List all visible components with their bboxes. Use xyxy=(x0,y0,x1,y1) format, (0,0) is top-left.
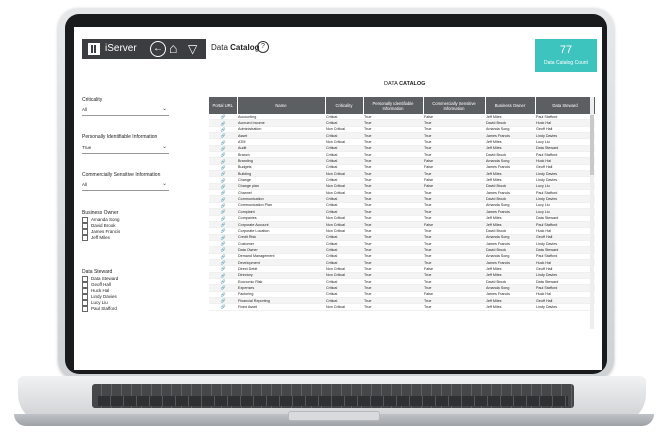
home-icon[interactable]: ⌂ xyxy=(169,40,177,56)
table-cell: Non Critical xyxy=(325,303,363,311)
business-owner-option[interactable]: Jeff Miles xyxy=(82,235,120,241)
page-title-bold: Catalog xyxy=(230,43,260,52)
data-steward-list: Data Steward Geoff Hall Huck Hal Lindy D… xyxy=(82,276,118,312)
csi-dropdown[interactable]: All ⌄ xyxy=(82,181,169,191)
criticality-label: Criticality xyxy=(82,97,103,103)
chevron-down-icon: ⌄ xyxy=(161,181,167,187)
app-header: iServer ← ⌂ ▽ xyxy=(82,39,206,59)
column-header[interactable]: Commercially Sensitive Information xyxy=(423,97,486,114)
kpi-value: 77 xyxy=(559,44,573,56)
iserver-logo-icon xyxy=(88,43,100,55)
keyboard-row xyxy=(98,396,568,406)
kpi-label: Data Catalog Count xyxy=(544,60,588,66)
column-header[interactable]: Personally Identifiable Information xyxy=(363,97,424,114)
table-cell: True xyxy=(363,303,423,311)
pii-value: True xyxy=(82,145,92,150)
data-catalog-table: Portal URL Name Criticality Personally I… xyxy=(209,97,595,329)
table-cell: Lindy Davies xyxy=(535,303,595,311)
checkbox[interactable] xyxy=(82,306,88,312)
column-header[interactable]: Criticality xyxy=(325,97,364,114)
csi-value: All xyxy=(82,182,88,187)
business-owner-list: Amanda Song David Brook James Francis Je… xyxy=(82,217,120,241)
table-header-row: Portal URL Name Criticality Personally I… xyxy=(209,97,595,114)
brand-name: iServer xyxy=(105,43,137,54)
table-title-bold: CATALOG xyxy=(399,81,426,87)
table-row[interactable]: 🔗 Fixed Asset Non Critical True True Jeff Mil… xyxy=(209,303,595,311)
data-steward-option[interactable]: Paul Stafford xyxy=(82,306,118,312)
page-title-prefix: Data xyxy=(211,43,231,52)
chevron-down-icon: ⌄ xyxy=(161,106,167,112)
table-title-prefix: DATA xyxy=(384,81,400,87)
app-screen: iServer ← ⌂ ▽ Data Catalog ? 77 Data Cat… xyxy=(74,27,602,370)
help-icon[interactable]: ? xyxy=(257,41,269,53)
table-body: 🔗 Accounting Critical True False Jeff Miles Pa… xyxy=(209,114,595,311)
column-header[interactable]: Portal URL xyxy=(209,97,238,114)
criticality-value: All xyxy=(82,107,88,112)
table-title: DATA CATALOG xyxy=(384,81,425,87)
scrollbar-thumb[interactable] xyxy=(590,115,594,175)
csi-label: Commercially Sensitive Information xyxy=(82,172,161,178)
data-catalog-count-card: 77 Data Catalog Count xyxy=(535,39,597,72)
table-scrollbar[interactable] xyxy=(590,97,594,329)
filter-icon[interactable]: ▽ xyxy=(188,42,197,56)
back-arrow-icon[interactable]: ← xyxy=(150,41,166,57)
business-owner-label: Business Owner xyxy=(82,210,119,216)
table-cell: True xyxy=(423,303,485,311)
table-cell: Fixed Asset xyxy=(237,303,325,311)
portal-link-icon[interactable]: 🔗 xyxy=(209,303,237,311)
checkbox[interactable] xyxy=(82,235,88,241)
pii-label: Personally Identifiable Information xyxy=(82,134,158,140)
table-cell: Jeff Miles xyxy=(485,303,535,311)
criticality-dropdown[interactable]: All ⌄ xyxy=(82,106,169,116)
chevron-down-icon: ⌄ xyxy=(161,144,167,150)
page-title: Data Catalog xyxy=(211,43,259,52)
column-header[interactable]: Name xyxy=(237,97,326,114)
trackpad xyxy=(288,411,380,421)
column-header[interactable]: Business Owner xyxy=(485,97,536,114)
data-steward-label: Data Steward xyxy=(82,269,113,275)
pii-dropdown[interactable]: True ⌄ xyxy=(82,144,169,154)
column-header[interactable]: Data Steward xyxy=(535,97,595,114)
